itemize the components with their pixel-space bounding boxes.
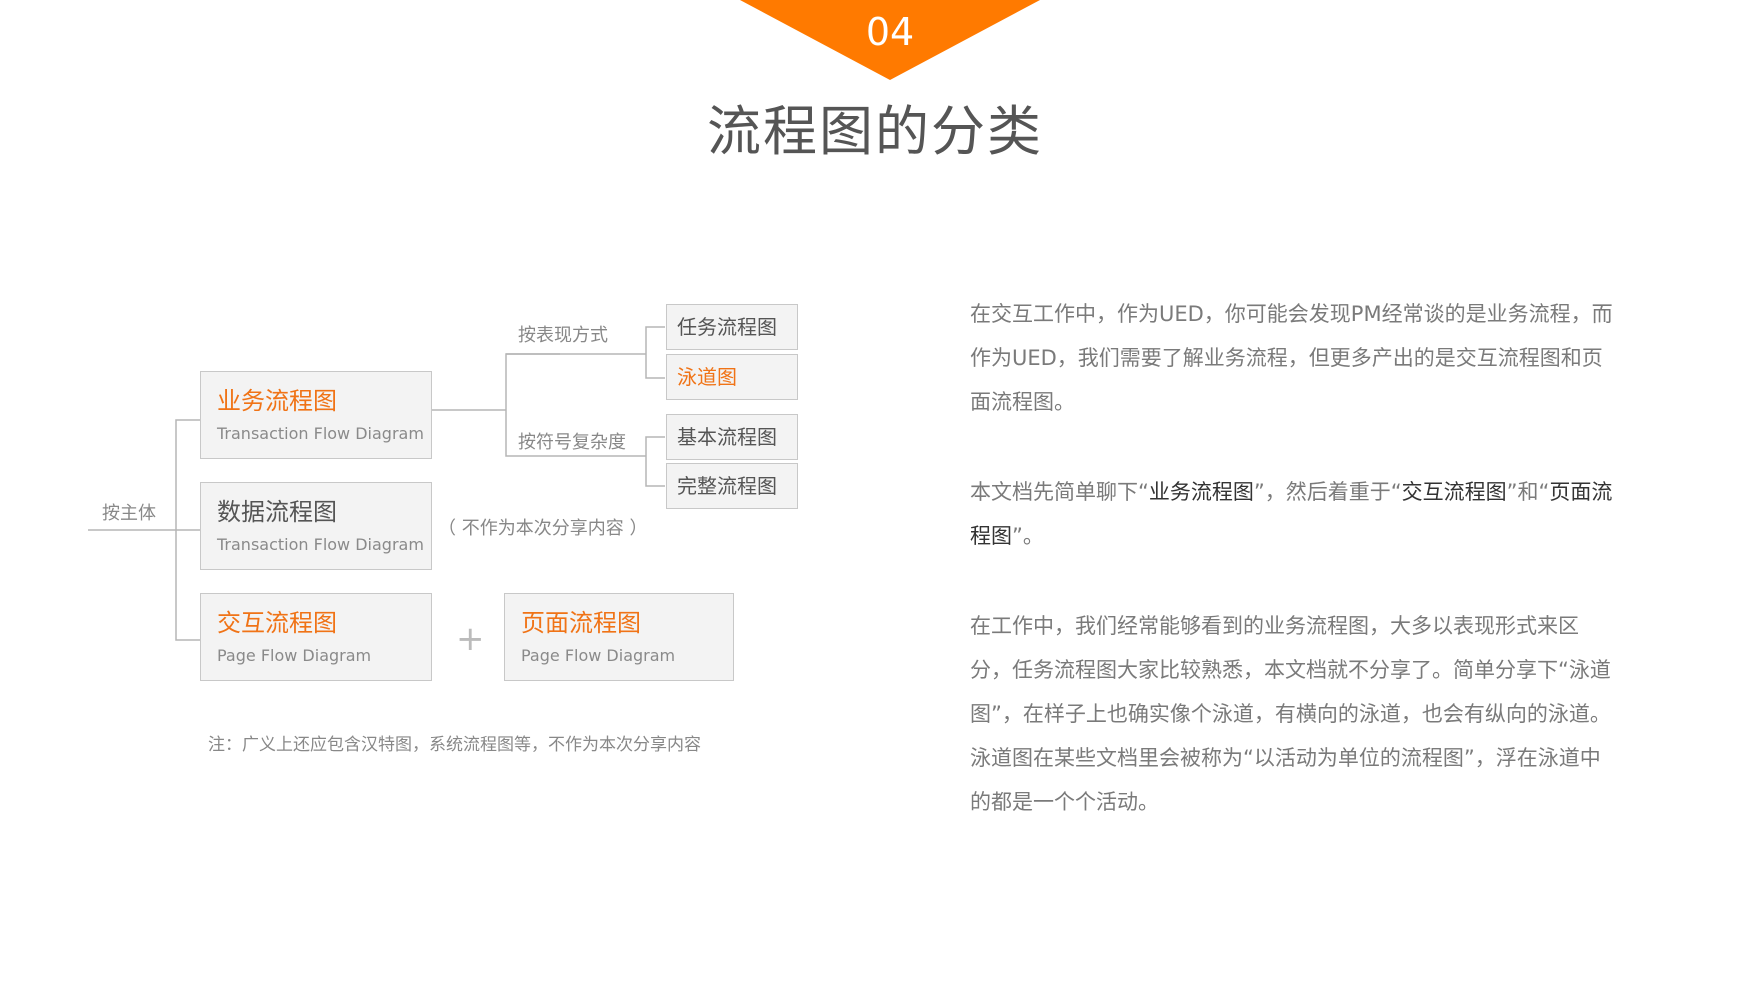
leaf-label: 任务流程图: [677, 315, 777, 339]
text-segment: 本文档先简单聊下“: [970, 480, 1149, 504]
leaf-full-flow: 完整流程图: [666, 463, 798, 509]
description-paragraph-1: 在交互工作中，作为UED，你可能会发现PM经常谈的是业务流程，而作为UED，我们…: [970, 302, 1613, 414]
leaf-task-flow: 任务流程图: [666, 304, 798, 350]
branch-label-complexity: 按符号复杂度: [518, 432, 626, 453]
card-subtitle: Page Flow Diagram: [217, 646, 372, 665]
card-page-flow: 页面流程图 Page Flow Diagram: [504, 593, 734, 681]
footnote: 注：广义上还应包含汉特图，系统流程图等，不作为本次分享内容: [208, 735, 701, 755]
leaf-label: 基本流程图: [677, 425, 777, 449]
text-segment: ”，然后着重于“: [1253, 480, 1402, 504]
card-interaction-flow: 交互流程图 Page Flow Diagram: [200, 593, 432, 681]
card-subtitle: Transaction Flow Diagram: [217, 424, 424, 443]
card-title: 业务流程图: [217, 387, 337, 415]
card-subtitle: Transaction Flow Diagram: [217, 535, 424, 554]
card-data-flow: 数据流程图 Transaction Flow Diagram: [200, 482, 432, 570]
card-title: 数据流程图: [217, 498, 337, 526]
description-paragraph-2: 本文档先简单聊下“业务流程图”，然后着重于“交互流程图”和“页面流程图”。: [970, 470, 1620, 558]
leaf-basic-flow: 基本流程图: [666, 414, 798, 460]
classification-diagram: 按主体 按表现方式 按符号复杂度 业务流程图 Transaction Flow …: [0, 0, 900, 985]
root-label: 按主体: [102, 503, 156, 524]
card-title: 交互流程图: [217, 609, 337, 637]
text-segment: ”。: [1012, 524, 1044, 548]
term-business-flow: 业务流程图: [1148, 480, 1254, 504]
slide: 04 流程图的分类 按主体 按表现方式 按符号复杂度 业务流程图 Transac…: [0, 0, 1750, 985]
card-business-flow: 业务流程图 Transaction Flow Diagram: [200, 371, 432, 459]
data-flow-note: （ 不作为本次分享内容 ）: [438, 518, 648, 539]
plus-symbol: +: [456, 619, 485, 659]
leaf-label: 完整流程图: [677, 474, 777, 498]
term-interaction-flow: 交互流程图: [1401, 480, 1507, 504]
leaf-swimlane: 泳道图: [666, 354, 798, 400]
branch-label-presentation: 按表现方式: [518, 325, 608, 346]
card-title: 页面流程图: [521, 609, 641, 637]
text-segment: ”和“: [1506, 480, 1550, 504]
description-paragraph-3: 在工作中，我们经常能够看到的业务流程图，大多以表现形式来区分，任务流程图大家比较…: [970, 614, 1611, 814]
leaf-label: 泳道图: [677, 365, 737, 389]
card-subtitle: Page Flow Diagram: [521, 646, 676, 665]
